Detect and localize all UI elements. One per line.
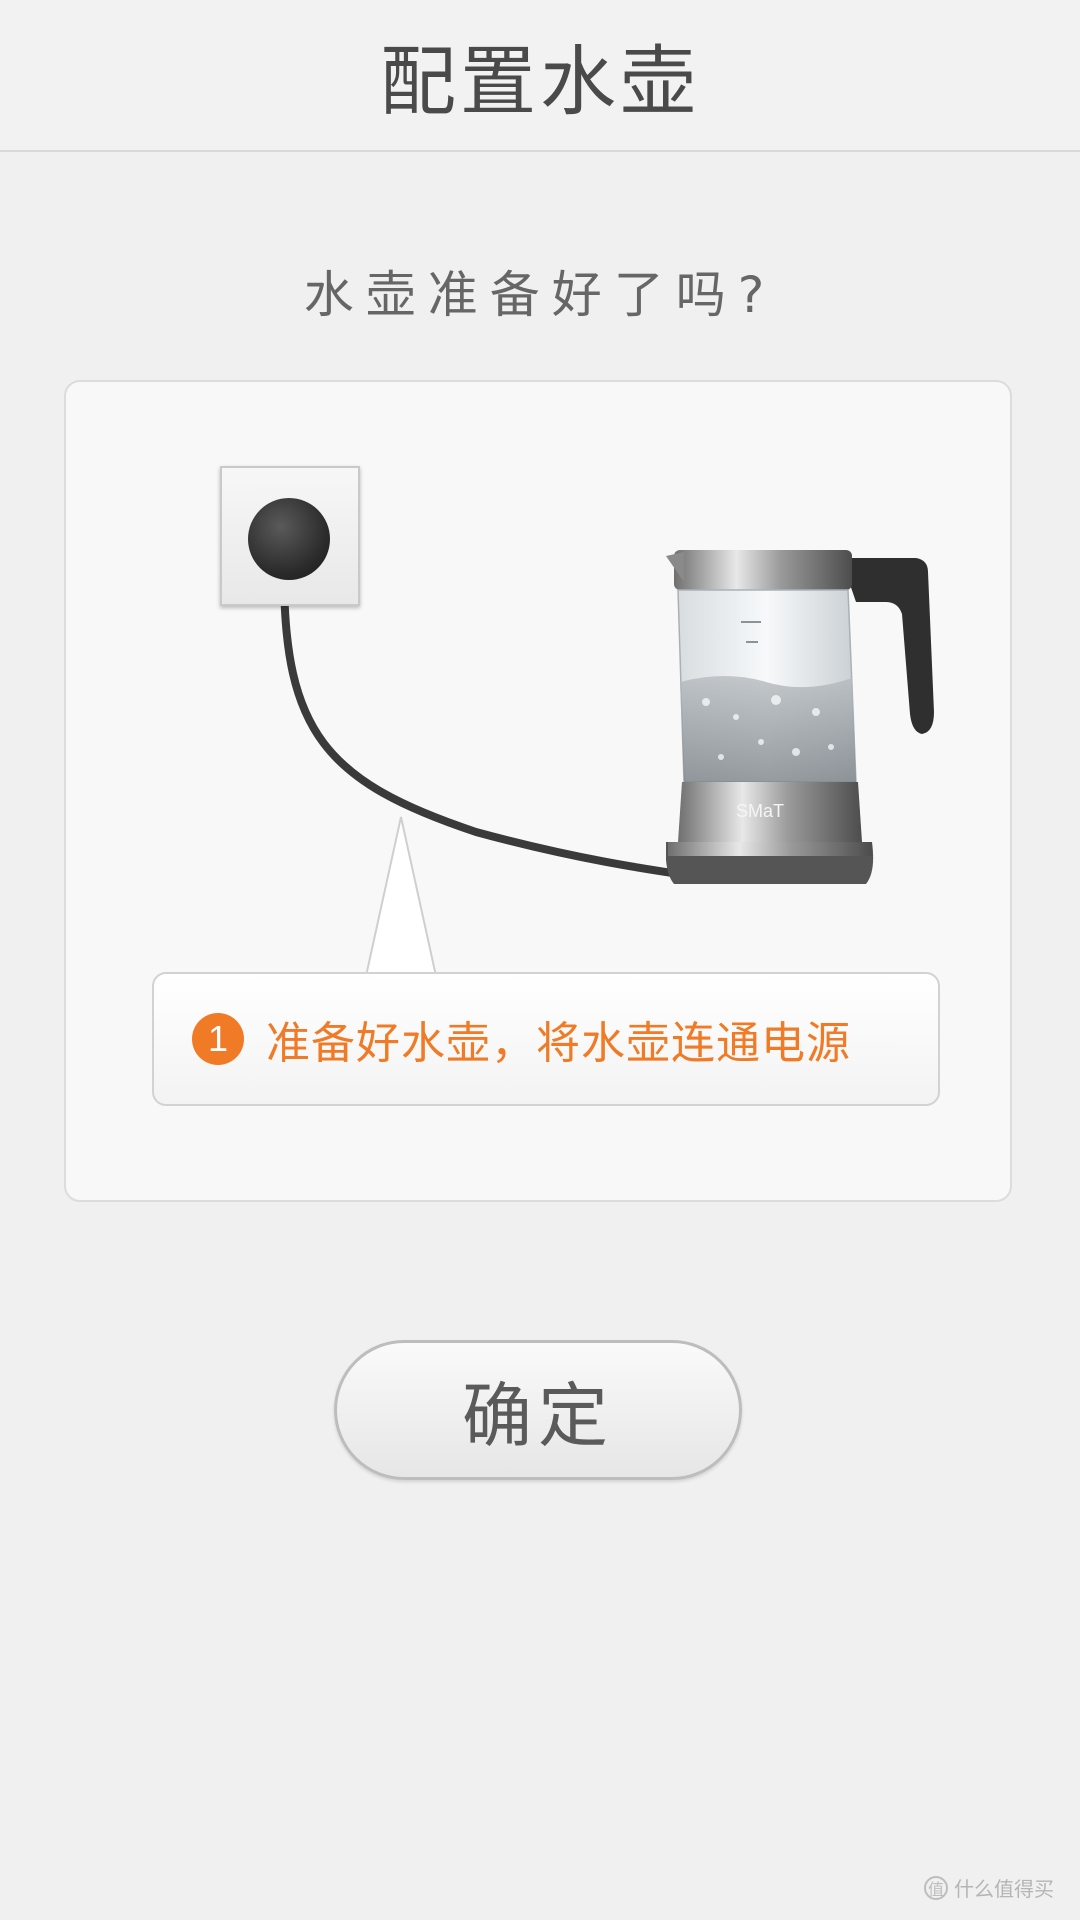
kettle-brand-label: SMaT <box>736 801 784 821</box>
page-title: 配置水壶 <box>380 37 700 126</box>
header-bar: 配置水壶 <box>0 0 1080 152</box>
power-socket-icon <box>220 466 360 606</box>
watermark-text: 什么值得买 <box>954 1877 1054 1901</box>
confirm-button[interactable]: 确定 <box>334 1340 742 1480</box>
plug-icon <box>248 498 330 580</box>
watermark-logo-icon: 值 <box>924 1875 948 1900</box>
step-number-badge: 1 <box>192 1013 244 1065</box>
electric-kettle-icon: SMaT <box>666 550 934 884</box>
kettle-setup-screen: 配置水壶 水壶准备好了吗? SMaT 1 准备好水壶，将水壶连通电源 确定 值 … <box>0 0 1080 1920</box>
instruction-callout: 1 准备好水壶，将水壶连通电源 <box>152 972 940 1106</box>
watermark: 值 什么值得买 <box>924 1873 1054 1902</box>
question-text: 水壶准备好了吗? <box>303 266 777 324</box>
illustration-card: SMaT 1 准备好水壶，将水壶连通电源 <box>64 380 1012 1202</box>
step-instruction: 准备好水壶，将水壶连通电源 <box>266 1018 851 1069</box>
